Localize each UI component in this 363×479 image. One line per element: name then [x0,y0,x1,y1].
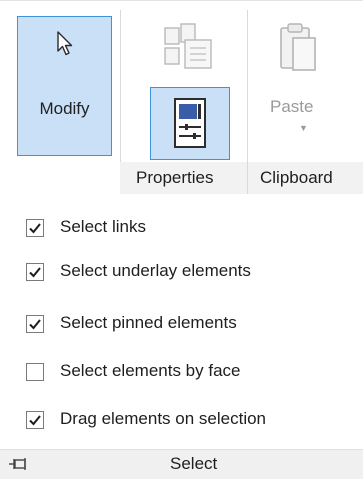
chevron-down-icon: ▼ [299,123,308,133]
menu-item-select-pinned-elements[interactable]: Select pinned elements [0,306,363,342]
properties-button[interactable] [150,87,230,160]
properties-panel-icon [174,98,206,148]
menu-item-select-elements-by-face[interactable]: Select elements by face [0,354,363,390]
ribbon-panel-titles: Properties Clipboard [120,162,363,194]
menu-item-drag-elements-on-selection[interactable]: Drag elements on selection [0,402,363,438]
select-dropdown-menu: Select links Select underlay elements Se… [0,200,363,479]
checkmark-icon [29,319,41,330]
clipboard-panel-title: Clipboard [260,168,333,187]
select-panel-title[interactable]: Select [170,454,217,474]
paste-label[interactable]: Paste [270,97,313,117]
menu-item-select-links[interactable]: Select links [0,210,363,246]
properties-panel-title: Properties [136,168,214,187]
menu-item-label: Select links [60,217,146,236]
select-links-checkbox[interactable] [26,219,44,237]
drag-on-selection-checkbox[interactable] [26,411,44,429]
checkmark-icon [29,415,41,426]
checkmark-icon [29,267,41,278]
modify-label: Modify [39,99,90,118]
menu-item-label: Select underlay elements [60,261,251,280]
menu-item-label: Drag elements on selection [60,409,267,428]
modify-button[interactable]: Modify [17,16,112,156]
select-underlay-checkbox[interactable] [26,263,44,281]
menu-item-label: Select pinned elements [60,313,237,332]
type-properties-icon [164,23,212,69]
cursor-arrow-icon [57,31,73,56]
select-panel-footer: Select [0,449,363,479]
menu-item-select-underlay-elements[interactable]: Select underlay elements [0,254,363,290]
ribbon-top-border [0,0,363,1]
select-by-face-checkbox[interactable] [26,363,44,381]
menu-item-label: Select elements by face [60,361,241,380]
paste-icon [280,23,316,71]
checkmark-icon [29,223,41,234]
pin-icon[interactable] [8,456,28,472]
select-pinned-checkbox[interactable] [26,315,44,333]
ribbon-modify-tab: Modify Paste ▼ Properties Clipboard [0,0,363,194]
